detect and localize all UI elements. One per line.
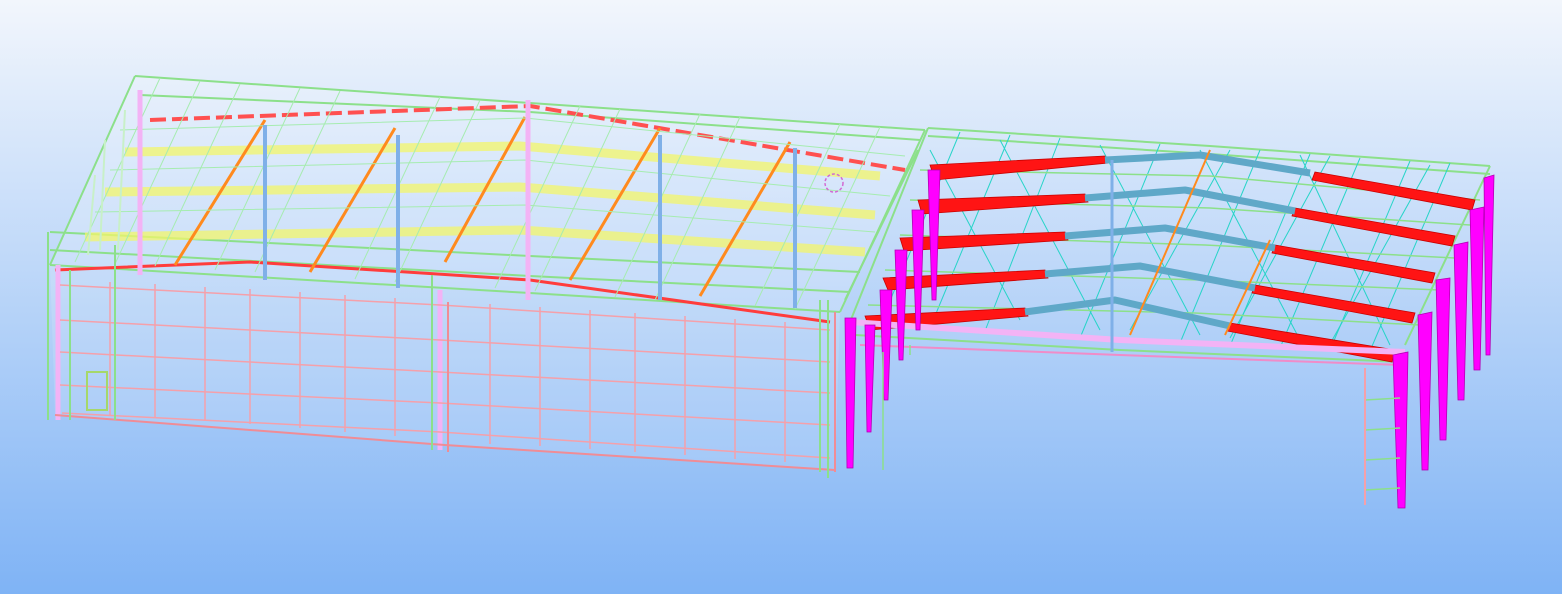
steel-frame-model[interactable] xyxy=(0,0,1562,594)
left-building[interactable] xyxy=(47,75,926,478)
model-3d-viewport[interactable] xyxy=(0,0,1562,594)
